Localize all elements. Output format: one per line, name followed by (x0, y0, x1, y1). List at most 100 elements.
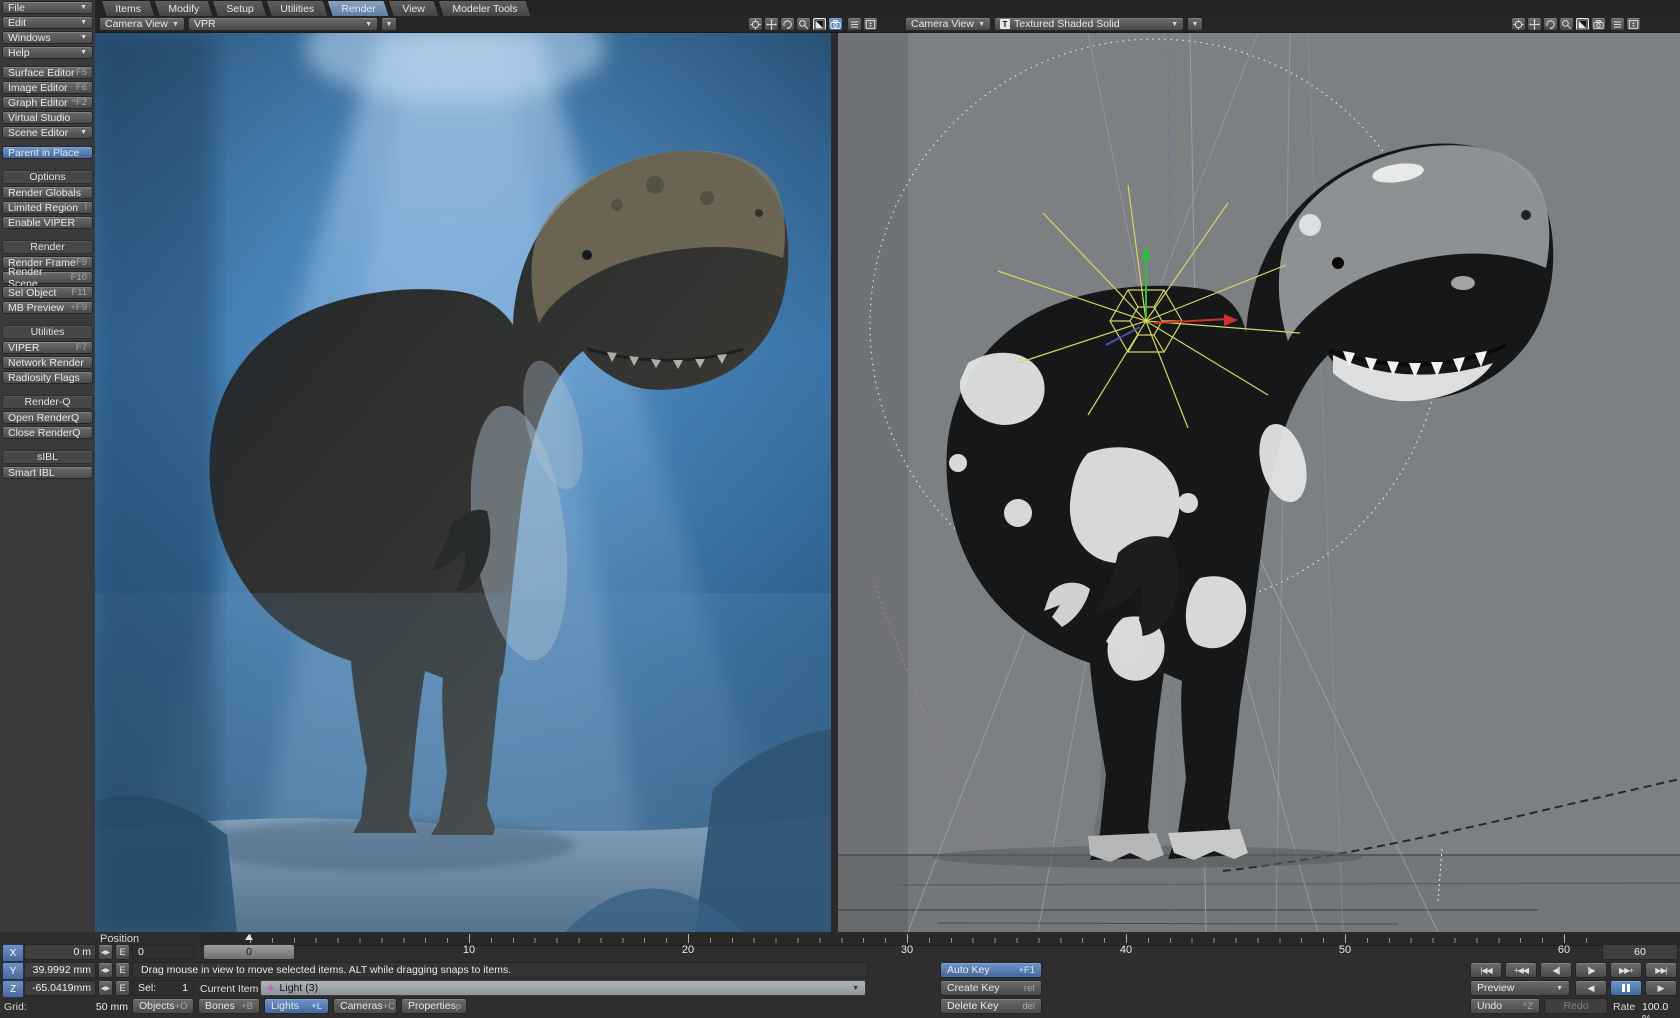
z-envelope-button[interactable]: E (115, 980, 130, 996)
right-render-mode-dropdown[interactable]: TTextured Shaded Solid▼ (994, 17, 1184, 31)
center-item-icon[interactable] (1511, 17, 1526, 31)
left-view-type-dropdown[interactable]: Camera View▼ (99, 17, 185, 31)
zoom-icon[interactable] (796, 17, 811, 31)
tab-modeler-tools[interactable]: Modeler Tools (437, 0, 531, 16)
limited-region-button[interactable]: Limited Regionl (2, 201, 93, 214)
rate-value: 100.0 % (1642, 1001, 1680, 1018)
tab-utilities[interactable]: Utilities (265, 0, 328, 16)
pan-icon[interactable] (1527, 17, 1542, 31)
chevron-down-icon: ▼ (365, 21, 372, 28)
menu-windows[interactable]: Windows▼ (2, 31, 93, 44)
chevron-down-icon: ▼ (80, 19, 87, 26)
parent-in-place-button[interactable]: Parent in Place (2, 146, 93, 159)
z-position-field[interactable]: -65.0419mm (24, 980, 96, 996)
edit-bones-button[interactable]: Bones+B (198, 998, 260, 1014)
menu-edit[interactable]: Edit▼ (2, 16, 93, 29)
open-renderq-button[interactable]: Open RenderQ (2, 411, 93, 424)
undo-button[interactable]: Undo^Z (1470, 998, 1540, 1014)
next-key-button[interactable]: ▶▶+ (1610, 962, 1642, 978)
step-back-button[interactable]: ◀|| (1540, 962, 1572, 978)
redo-button[interactable]: Redo (1544, 998, 1608, 1014)
end-frame-field[interactable]: 60 (1602, 944, 1678, 960)
tab-items[interactable]: Items (100, 0, 155, 16)
viewport-options-icon[interactable] (1610, 17, 1625, 31)
play-reverse-button[interactable]: ◀ (1575, 980, 1607, 996)
scene-editor-button[interactable]: Scene Editor▼ (2, 126, 93, 139)
close-renderq-button[interactable]: Close RenderQ (2, 426, 93, 439)
left-sidebar: File▼ Edit▼ Windows▼ Help▼ Surface Edito… (0, 0, 95, 932)
create-key-button[interactable]: Create Keyret (940, 980, 1042, 996)
viewport-textured-shaded[interactable] (838, 33, 1680, 932)
edit-lights-button[interactable]: Lights+L (264, 998, 329, 1014)
enable-viper-button[interactable]: Enable VIPER (2, 216, 93, 229)
pause-button[interactable] (1610, 980, 1642, 996)
maximize-viewport-icon[interactable] (812, 17, 827, 31)
x-stepper[interactable]: ◀▶ (98, 944, 113, 960)
camera-icon[interactable] (1591, 17, 1606, 31)
step-forward-button[interactable]: ||▶ (1575, 962, 1607, 978)
prev-key-button[interactable]: +◀◀ (1505, 962, 1537, 978)
rotate-view-icon[interactable] (1543, 17, 1558, 31)
tab-setup[interactable]: Setup (211, 0, 268, 16)
viewport-divider[interactable] (831, 33, 838, 932)
edit-objects-button[interactable]: Objects+O (132, 998, 194, 1014)
render-scene-button[interactable]: Render SceneF10 (2, 271, 93, 284)
x-axis-toggle[interactable]: X (2, 944, 24, 962)
grid-size-value: 50 mm (58, 1001, 128, 1013)
virtual-studio-button[interactable]: Virtual Studio (2, 111, 93, 124)
timeline-label: 60 (1558, 944, 1570, 956)
maximize-viewport-icon[interactable] (1575, 17, 1590, 31)
current-frame-field[interactable]: 0 (132, 944, 195, 960)
smart-ibl-button[interactable]: Smart IBL (2, 466, 93, 479)
y-axis-toggle[interactable]: Y (2, 962, 24, 980)
right-view-type-dropdown[interactable]: Camera View▼ (905, 17, 991, 31)
pan-icon[interactable] (764, 17, 779, 31)
render-globals-button[interactable]: Render Globals (2, 186, 93, 199)
auto-key-button[interactable]: Auto Key+F1 (940, 962, 1042, 978)
properties-button[interactable]: Propertiesp (401, 998, 467, 1014)
mb-preview-button[interactable]: MB Preview+F9 (2, 301, 93, 314)
left-render-mode-dropdown[interactable]: VPR▼ (188, 17, 378, 31)
x-position-field[interactable]: 0 m (24, 944, 96, 960)
delete-key-button[interactable]: Delete Keydel (940, 998, 1042, 1014)
viewport-options-icon[interactable] (847, 17, 862, 31)
go-first-frame-button[interactable]: |◀◀ (1470, 962, 1502, 978)
chevron-down-icon: ▼ (172, 21, 179, 28)
menu-file[interactable]: File▼ (2, 1, 93, 14)
go-last-frame-button[interactable]: ▶▶| (1645, 962, 1677, 978)
play-forward-button[interactable]: ▶ (1645, 980, 1677, 996)
y-stepper[interactable]: ◀▶ (98, 962, 113, 978)
center-item-icon[interactable] (748, 17, 763, 31)
radiosity-flags-button[interactable]: Radiosity Flags (2, 371, 93, 384)
left-viewport-menu-dropdown[interactable]: ▼ (381, 17, 397, 31)
tab-modify[interactable]: Modify (153, 0, 213, 16)
x-envelope-button[interactable]: E (115, 944, 130, 960)
image-editor-button[interactable]: Image EditorF6 (2, 81, 93, 94)
graph-editor-button[interactable]: Graph Editor^F2 (2, 96, 93, 109)
camera-icon[interactable] (828, 17, 843, 31)
rate-label: Rate (1613, 1001, 1635, 1013)
timeline-slider[interactable]: 0 (203, 944, 295, 960)
network-render-button[interactable]: Network Render (2, 356, 93, 369)
tab-view[interactable]: View (388, 0, 440, 16)
y-position-field[interactable]: 39.9992 mm (24, 962, 96, 978)
tab-render[interactable]: Render (326, 0, 390, 16)
current-item-dropdown[interactable]: ✚Light (3)▼ (260, 980, 866, 996)
menu-help[interactable]: Help▼ (2, 46, 93, 59)
edit-cameras-button[interactable]: Cameras+C (333, 998, 397, 1014)
section-header-renderq: Render-Q (2, 395, 93, 409)
viewport-vpr-render[interactable] (95, 33, 831, 932)
rotate-view-icon[interactable] (780, 17, 795, 31)
z-axis-toggle[interactable]: Z (2, 980, 24, 998)
surface-editor-button[interactable]: Surface EditorF5 (2, 66, 93, 79)
viper-button[interactable]: VIPERF7 (2, 341, 93, 354)
section-header-utilities: Utilities (2, 325, 93, 339)
zoom-icon[interactable] (1559, 17, 1574, 31)
y-envelope-button[interactable]: E (115, 962, 130, 978)
preview-dropdown[interactable]: Preview▼ (1470, 980, 1570, 996)
z-stepper[interactable]: ◀▶ (98, 980, 113, 996)
fit-frame-icon[interactable] (863, 17, 878, 31)
sel-object-button[interactable]: Sel ObjectF11 (2, 286, 93, 299)
fit-frame-icon[interactable] (1626, 17, 1641, 31)
right-viewport-menu-dropdown[interactable]: ▼ (1187, 17, 1203, 31)
